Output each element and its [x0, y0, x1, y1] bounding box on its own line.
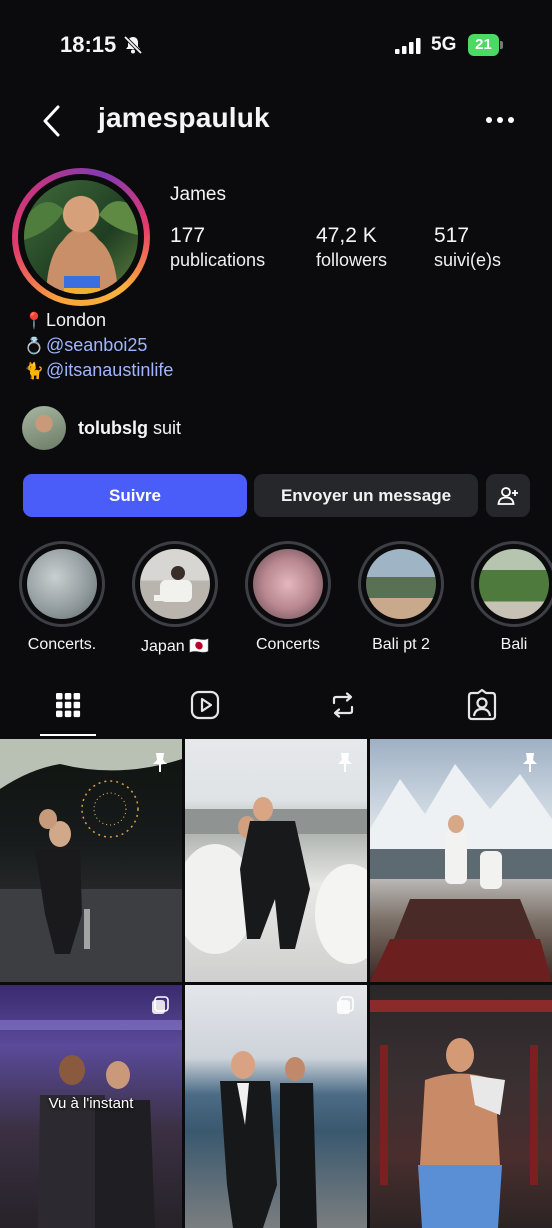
- highlight-cover[interactable]: [479, 549, 549, 619]
- more-options-icon[interactable]: [484, 113, 516, 127]
- pin-emoji-icon: 📍: [24, 313, 44, 330]
- bio-location-text: London: [46, 310, 107, 330]
- highlight-cover[interactable]: [366, 549, 436, 619]
- reposts-icon[interactable]: [326, 688, 360, 722]
- pin-icon: [523, 753, 537, 772]
- battery-icon: 21: [468, 34, 504, 56]
- carousel-icon: [337, 996, 354, 1014]
- post-thumbnail[interactable]: [0, 739, 182, 982]
- suggest-users-button[interactable]: [486, 474, 530, 517]
- stat-following-count[interactable]: 517: [434, 224, 469, 248]
- stat-followers-label[interactable]: followers: [316, 250, 387, 271]
- viewed-badge: Vu à l'instant: [48, 1095, 134, 1112]
- bio-line-pet: 🐈 @itsanaustinlife: [24, 360, 173, 381]
- reels-icon[interactable]: [188, 688, 222, 722]
- stat-followers-count[interactable]: 47,2 K: [316, 224, 377, 248]
- stat-posts-label[interactable]: publications: [170, 250, 265, 271]
- message-button[interactable]: Envoyer un message: [254, 474, 478, 517]
- mutual-avatar[interactable]: [22, 406, 66, 450]
- highlight-cover[interactable]: [140, 549, 210, 619]
- carousel-icon: [152, 996, 169, 1014]
- display-name: James: [170, 184, 226, 205]
- post-thumbnail[interactable]: [185, 739, 367, 982]
- battery-level: 21: [475, 36, 492, 53]
- bio-mention-link[interactable]: @seanboi25: [46, 335, 147, 355]
- post-thumbnail[interactable]: [185, 985, 367, 1228]
- highlight-cover[interactable]: [253, 549, 323, 619]
- grid-icon[interactable]: [51, 688, 85, 722]
- highlight-label[interactable]: Bali pt 2: [346, 636, 456, 654]
- profile-username: jamespauluk: [98, 102, 270, 133]
- active-tab-indicator: [40, 734, 96, 736]
- post-thumbnail[interactable]: [370, 739, 552, 982]
- bio-line-location: 📍 London: [24, 310, 106, 331]
- pin-icon: [153, 753, 167, 772]
- avatar[interactable]: [24, 180, 138, 294]
- tagged-icon[interactable]: [465, 688, 499, 722]
- pin-icon: [338, 753, 352, 772]
- highlight-label[interactable]: Bali: [459, 636, 552, 654]
- post-thumbnail[interactable]: Vu à l'instant: [0, 985, 182, 1228]
- cat-emoji-icon: 🐈: [24, 363, 44, 380]
- mutual-suffix: suit: [148, 418, 182, 438]
- network-label: 5G: [431, 34, 457, 55]
- highlight-label[interactable]: Concerts: [233, 636, 343, 654]
- signal-icon: [395, 38, 421, 54]
- post-thumbnail[interactable]: [370, 985, 552, 1228]
- bio-line-partner: 💍 @seanboi25: [24, 335, 147, 356]
- add-person-icon: [497, 486, 518, 505]
- highlight-cover[interactable]: [27, 549, 97, 619]
- back-arrow-icon[interactable]: [40, 103, 64, 139]
- bell-muted-icon: [123, 35, 143, 55]
- highlight-label[interactable]: Concerts.: [7, 636, 117, 654]
- bio-mention-link[interactable]: @itsanaustinlife: [46, 360, 173, 380]
- highlight-label[interactable]: Japan 🇯🇵: [120, 636, 230, 656]
- stat-following-label[interactable]: suivi(e)s: [434, 250, 501, 271]
- mutual-follower-text[interactable]: tolubslg suit: [78, 418, 181, 439]
- status-time: 18:15: [60, 32, 117, 57]
- stat-posts-count[interactable]: 177: [170, 224, 205, 248]
- ring-emoji-icon: 💍: [24, 338, 44, 355]
- mutual-username[interactable]: tolubslg: [78, 418, 148, 438]
- follow-button[interactable]: Suivre: [23, 474, 247, 517]
